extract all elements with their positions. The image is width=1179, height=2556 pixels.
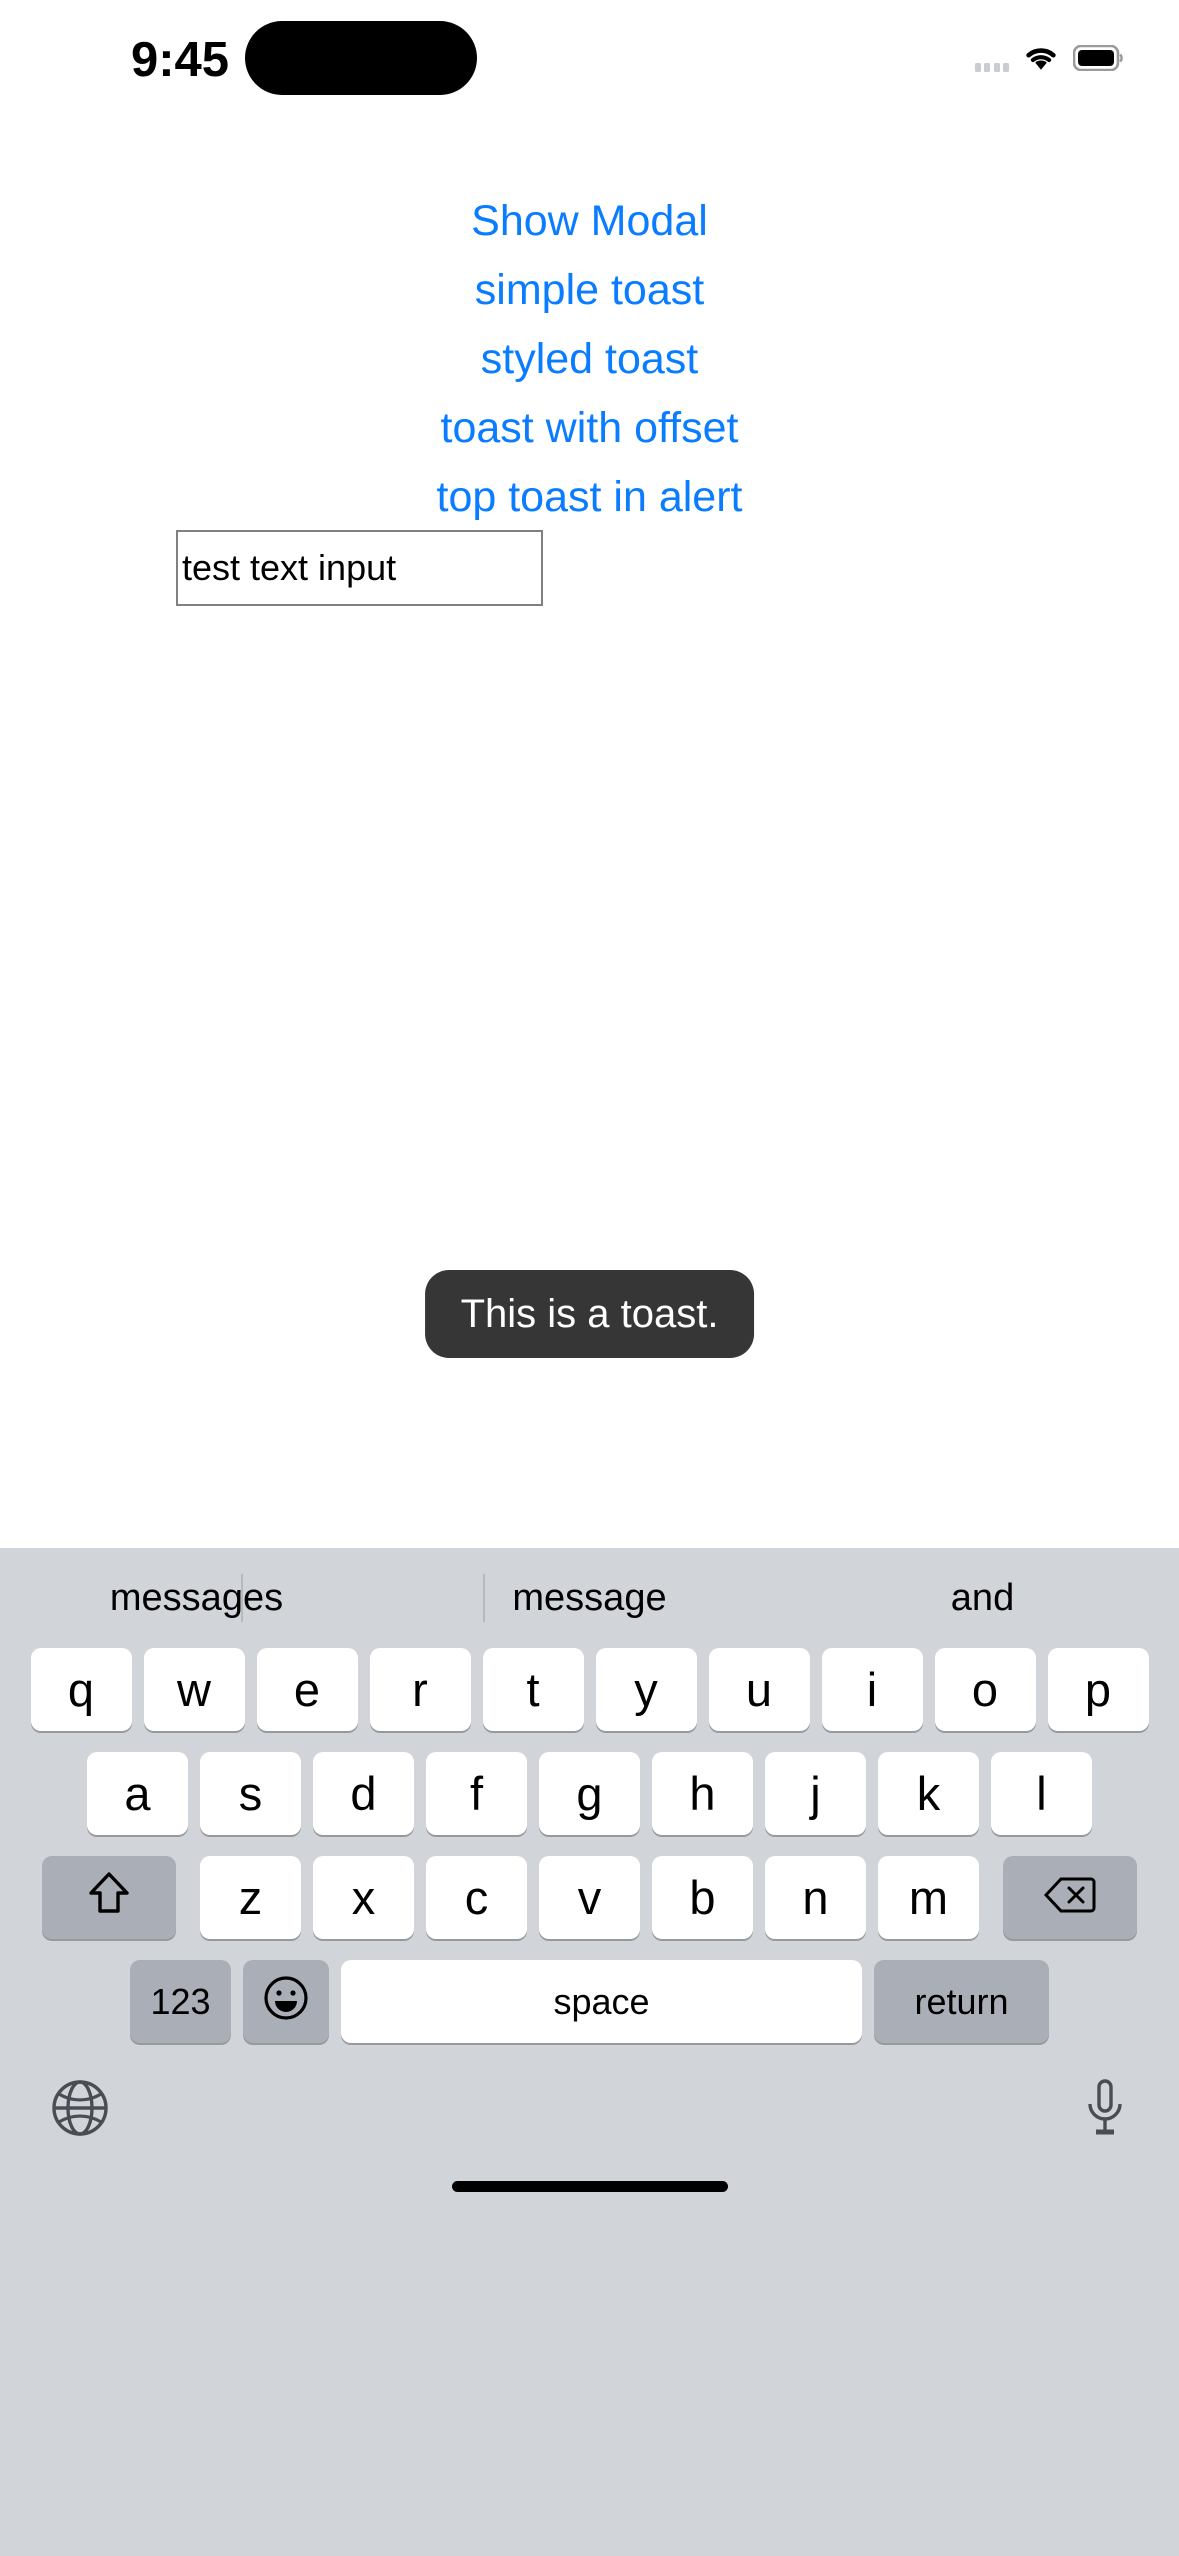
text-input[interactable]: test text input	[176, 530, 543, 606]
key-m[interactable]: m	[878, 1856, 979, 1939]
dictation-key[interactable]	[1081, 2078, 1129, 2140]
wifi-icon	[1022, 44, 1060, 72]
space-key[interactable]: space	[341, 1960, 862, 2043]
emoji-key[interactable]	[243, 1960, 329, 2043]
key-s[interactable]: s	[200, 1752, 301, 1835]
status-bar-icons	[974, 36, 1124, 80]
key-i[interactable]: i	[821, 1648, 923, 1731]
status-bar: 9:45	[0, 0, 1179, 125]
return-key[interactable]: return	[874, 1960, 1049, 2043]
key-c[interactable]: c	[426, 1856, 527, 1939]
battery-icon	[1072, 44, 1123, 72]
suggestion-divider	[483, 1574, 485, 1622]
globe-key[interactable]	[50, 2078, 110, 2138]
suggestion-1[interactable]: message	[393, 1579, 786, 1617]
numeric-key[interactable]: 123	[130, 1960, 231, 2043]
key-u[interactable]: u	[708, 1648, 810, 1731]
home-indicator	[451, 2181, 728, 2192]
toast-with-offset-label: toast with offset	[440, 404, 739, 452]
styled-toast-label: styled toast	[480, 335, 699, 383]
cellular-dots-icon	[974, 48, 1009, 72]
keyboard-row-2: a s d f g h j k l	[0, 1752, 1179, 1835]
shift-key[interactable]	[42, 1856, 176, 1939]
key-o[interactable]: o	[934, 1648, 1036, 1731]
key-p[interactable]: p	[1047, 1648, 1149, 1731]
smiley-face-icon	[262, 1974, 310, 2029]
key-f[interactable]: f	[426, 1752, 527, 1835]
dynamic-island	[245, 21, 477, 95]
key-h[interactable]: h	[652, 1752, 753, 1835]
text-input-value: test text input	[182, 547, 397, 588]
suggestion-divider	[241, 1574, 243, 1622]
key-l[interactable]: l	[991, 1752, 1092, 1835]
top-toast-in-alert-button[interactable]: top toast in alert	[0, 463, 1179, 532]
key-x[interactable]: x	[313, 1856, 414, 1939]
keyboard-bottom-bar	[0, 2064, 1179, 2214]
key-a[interactable]: a	[87, 1752, 188, 1835]
key-b[interactable]: b	[652, 1856, 753, 1939]
backspace-key[interactable]	[1003, 1856, 1137, 1939]
simple-toast-button[interactable]: simple toast	[0, 256, 1179, 325]
key-v[interactable]: v	[539, 1856, 640, 1939]
button-list: Show Modal simple toast styled toast toa…	[0, 187, 1179, 532]
key-n[interactable]: n	[765, 1856, 866, 1939]
key-r[interactable]: r	[369, 1648, 471, 1731]
key-t[interactable]: t	[482, 1648, 584, 1731]
key-j[interactable]: j	[765, 1752, 866, 1835]
keyboard-row-1: q w e r t y u i o p	[0, 1648, 1179, 1731]
key-g[interactable]: g	[539, 1752, 640, 1835]
show-modal-button[interactable]: Show Modal	[0, 187, 1179, 256]
backspace-icon	[1043, 1874, 1096, 1921]
suggestion-2[interactable]: and	[786, 1579, 1179, 1617]
key-y[interactable]: y	[595, 1648, 697, 1731]
key-w[interactable]: w	[143, 1648, 245, 1731]
keyboard-row-4: 123 space return	[0, 1960, 1179, 2043]
key-e[interactable]: e	[256, 1648, 358, 1731]
toast-message: This is a toast.	[424, 1270, 755, 1358]
status-bar-time: 9:45	[130, 33, 230, 87]
toast-with-offset-button[interactable]: toast with offset	[0, 394, 1179, 463]
shift-arrow-icon	[87, 1871, 131, 1924]
keyboard: messages message and q w e r t y u i o p…	[0, 1548, 1179, 2556]
keyboard-row-3: z x c v b n m	[0, 1856, 1179, 1939]
top-toast-in-alert-label: top toast in alert	[436, 473, 743, 521]
simple-toast-label: simple toast	[474, 266, 705, 314]
key-q[interactable]: q	[30, 1648, 132, 1731]
key-k[interactable]: k	[878, 1752, 979, 1835]
styled-toast-button[interactable]: styled toast	[0, 325, 1179, 394]
show-modal-label: Show Modal	[471, 197, 708, 245]
key-z[interactable]: z	[200, 1856, 301, 1939]
key-d[interactable]: d	[313, 1752, 414, 1835]
suggestion-bar: messages message and	[0, 1548, 1179, 1648]
suggestion-0[interactable]: messages	[0, 1579, 393, 1617]
